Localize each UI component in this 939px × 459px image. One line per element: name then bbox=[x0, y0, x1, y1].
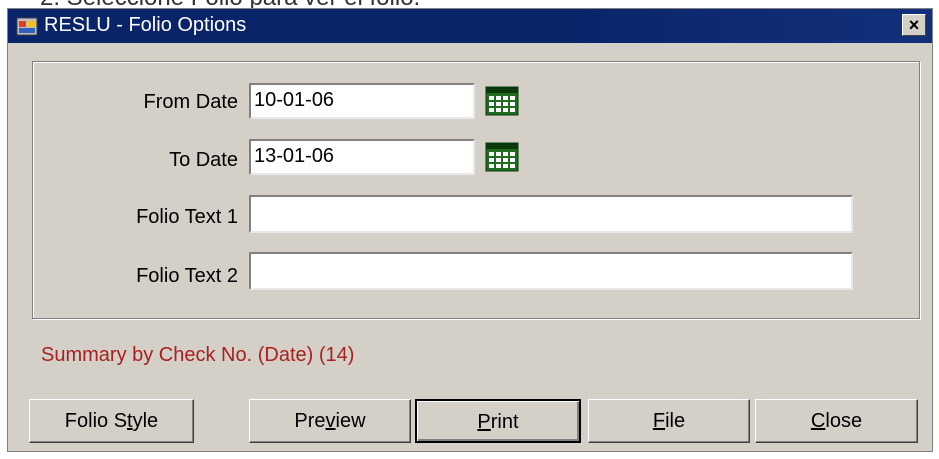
file-button[interactable]: File bbox=[588, 399, 750, 443]
file-label-after: ile bbox=[665, 410, 686, 432]
folio-text-2-label: Folio Text 2 bbox=[136, 265, 238, 287]
preview-mnemonic: v bbox=[325, 410, 336, 432]
from-date-field[interactable]: 10-01-06 bbox=[249, 83, 475, 119]
preview-label-before: Pre bbox=[294, 410, 326, 432]
folio-style-button[interactable]: Folio Style bbox=[29, 399, 194, 443]
folio-style-label-after: yle bbox=[132, 410, 159, 432]
folio-style-label-before: Folio S bbox=[64, 410, 128, 432]
summary-text: Summary by Check No. (Date) (14) bbox=[41, 344, 355, 366]
calendar-icon[interactable] bbox=[484, 141, 520, 173]
close-icon[interactable]: × bbox=[902, 14, 926, 36]
close-button[interactable]: Close bbox=[755, 399, 918, 443]
from-date-label: From Date bbox=[143, 91, 238, 113]
print-mnemonic: P bbox=[477, 411, 491, 433]
calendar-icon[interactable] bbox=[484, 85, 520, 117]
to-date-label: To Date bbox=[169, 149, 238, 171]
preview-button[interactable]: Preview bbox=[249, 399, 411, 443]
file-mnemonic: F bbox=[652, 410, 666, 432]
close-label-after: lose bbox=[825, 410, 863, 432]
title-bar[interactable]: RESLU - Folio Options × bbox=[8, 9, 932, 43]
preview-label-after: iew bbox=[335, 410, 366, 432]
to-date-field[interactable]: 13-01-06 bbox=[249, 139, 475, 175]
print-label-after: rint bbox=[490, 411, 519, 433]
folio-options-dialog: RESLU - Folio Options × From Date 10-01-… bbox=[7, 8, 933, 452]
app-icon bbox=[16, 17, 38, 36]
folio-text-1-label: Folio Text 1 bbox=[136, 206, 238, 228]
folio-text-1-field[interactable] bbox=[249, 195, 853, 233]
close-mnemonic: C bbox=[810, 410, 826, 432]
print-button[interactable]: Print bbox=[415, 399, 581, 443]
folio-text-2-field[interactable] bbox=[249, 252, 853, 290]
window-title: RESLU - Folio Options bbox=[44, 14, 247, 36]
